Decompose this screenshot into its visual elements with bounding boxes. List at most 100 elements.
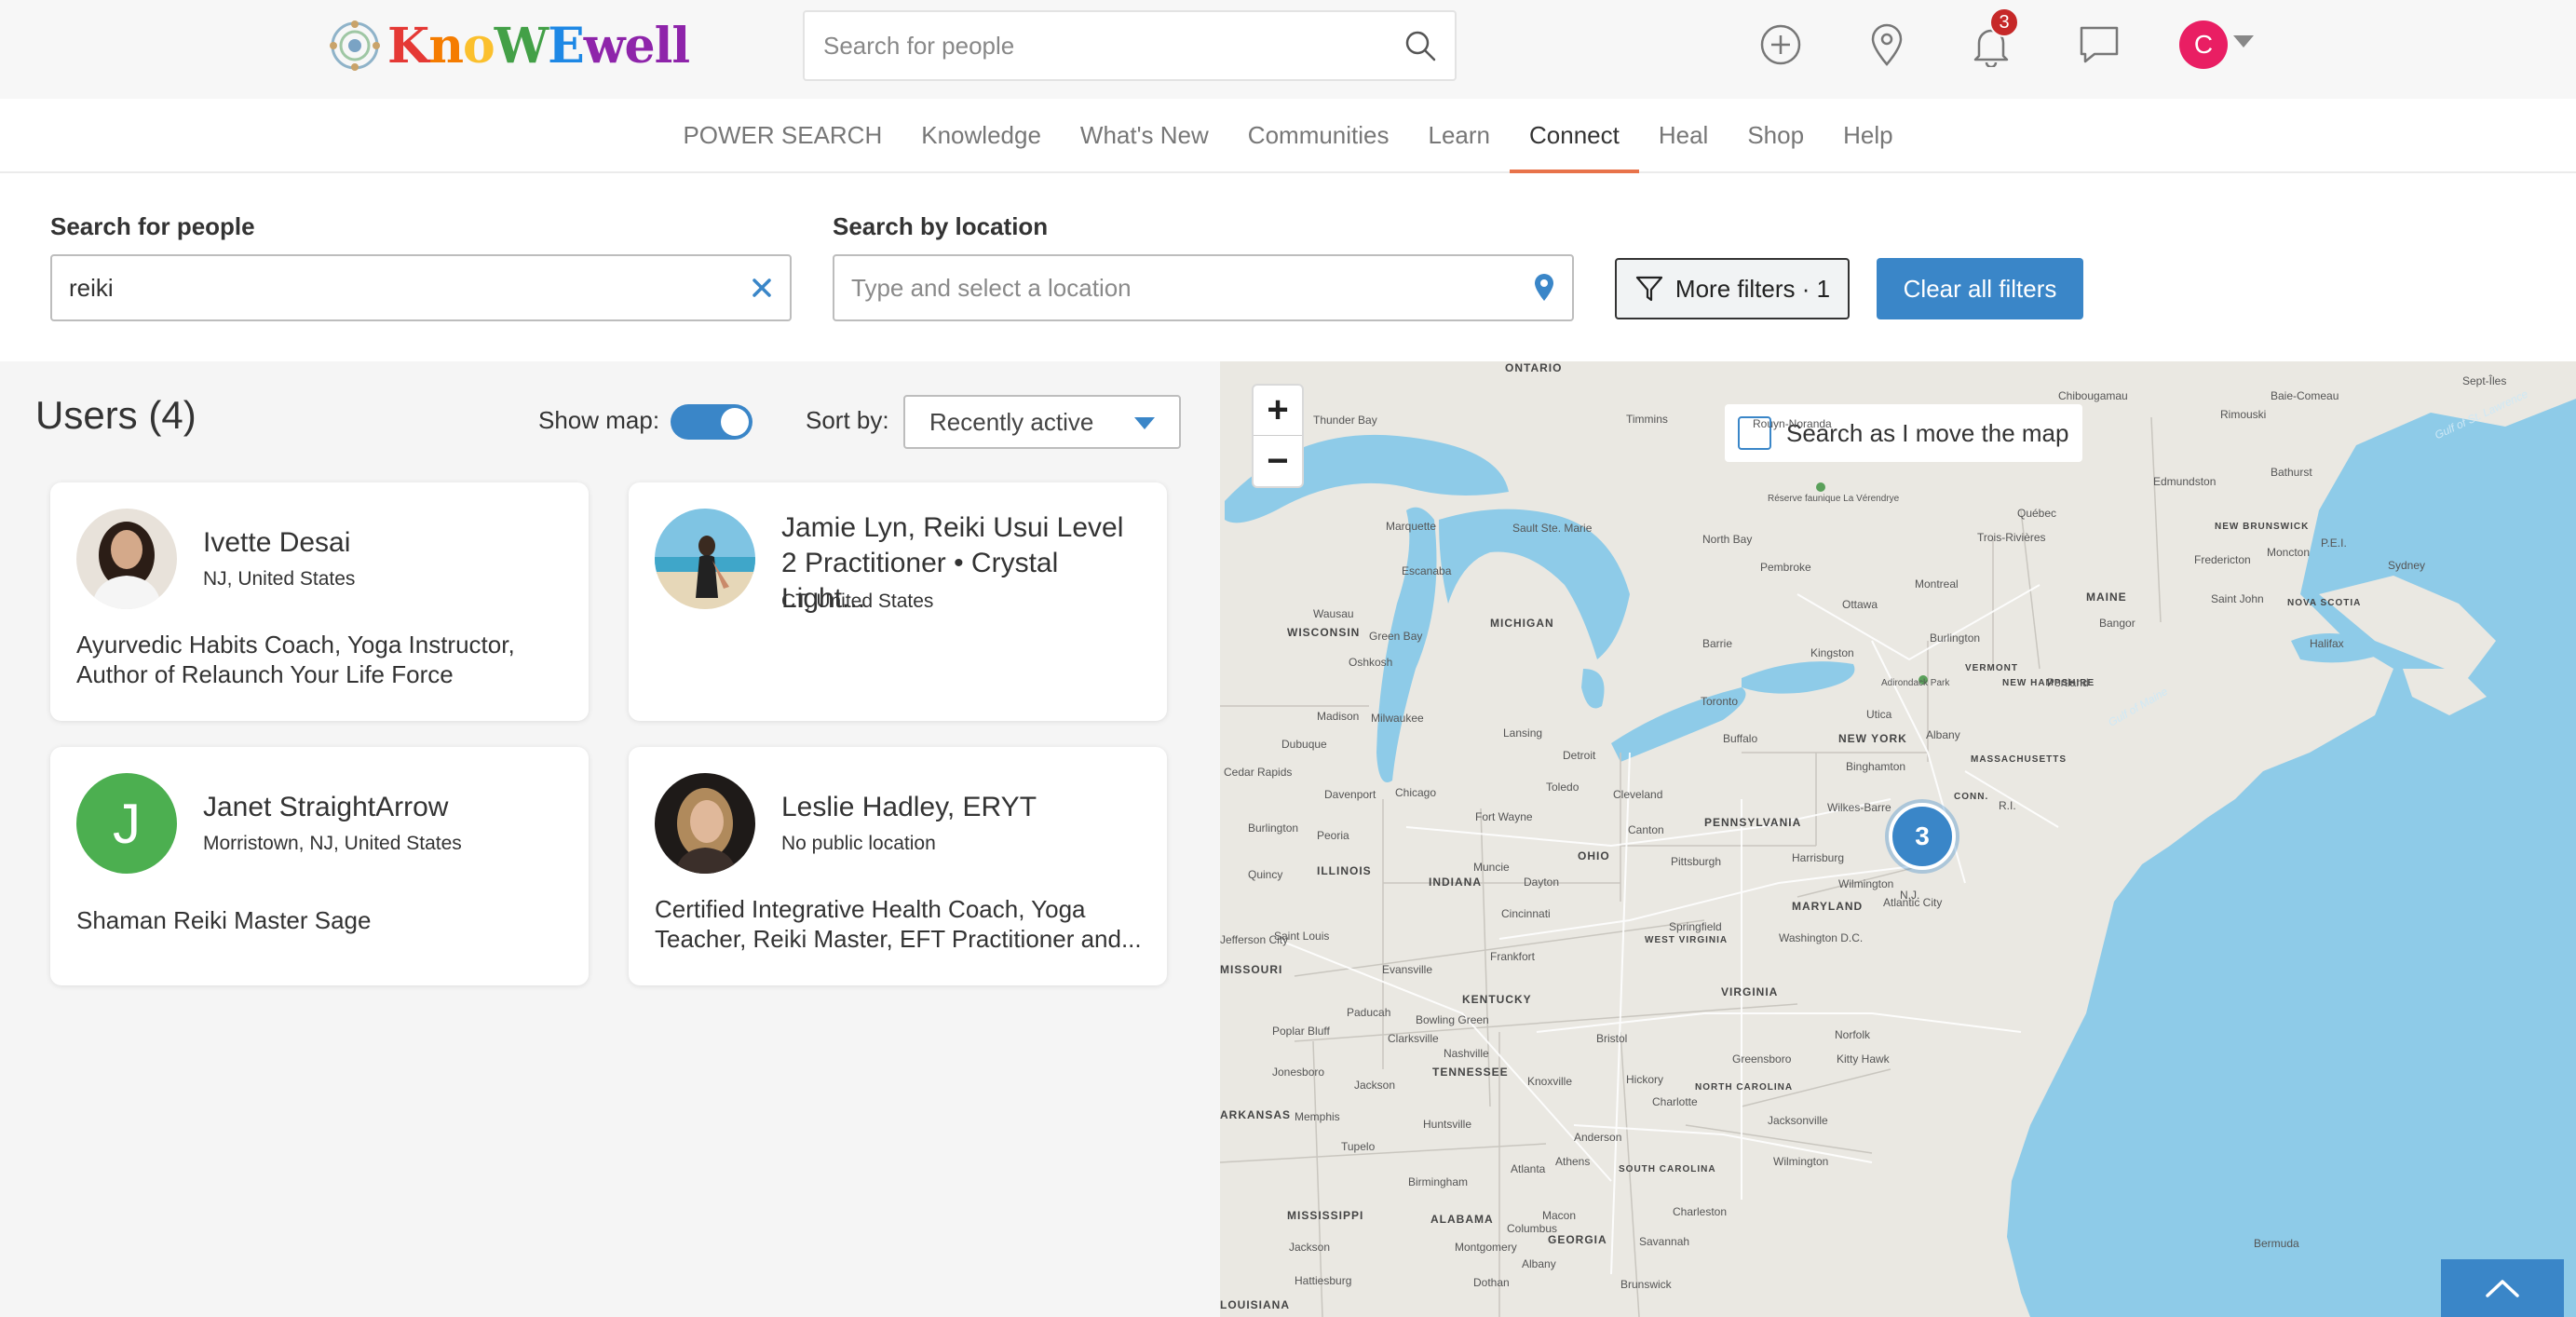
people-search-box [50,254,792,321]
map-label: Fredericton [2194,553,2251,566]
map-label: LOUISIANA [1220,1298,1290,1311]
map-label: Detroit [1563,749,1596,762]
map-label: Memphis [1295,1110,1340,1123]
chat-bubble-icon [2080,26,2119,63]
sort-by-label: Sort by: [806,406,889,434]
chevron-down-icon[interactable] [2233,35,2254,48]
user-avatar[interactable]: C [2179,20,2228,69]
nav-whats-new[interactable]: What's New [1061,99,1228,171]
nav-help[interactable]: Help [1824,99,1912,171]
map-label: Quincy [1248,868,1283,881]
nav-learn[interactable]: Learn [1409,99,1511,171]
map-cluster-marker[interactable]: 3 [1889,803,1956,870]
map-label: Sault Ste. Marie [1512,522,1593,535]
nav-connect[interactable]: Connect [1510,99,1639,173]
map-label: Pembroke [1760,561,1811,574]
map-zoom-controls: + − [1252,384,1304,488]
map-label: Timmins [1626,413,1668,426]
user-initial-avatar: J [76,773,177,874]
map-label: Québec [2017,507,2057,520]
people-search-input[interactable] [69,273,751,303]
map-label: North Bay [1702,533,1753,546]
map-label: Greensboro [1732,1052,1792,1066]
user-description: Certified Integrative Health Coach, Yoga… [655,895,1142,953]
sort-select[interactable]: Recently active [903,395,1181,449]
main-nav: POWER SEARCH Knowledge What's New Commun… [0,99,2576,173]
messages-button[interactable] [2073,19,2125,71]
clear-all-filters-button[interactable]: Clear all filters [1877,258,2083,319]
map-label: MISSISSIPPI [1287,1209,1364,1222]
nav-power-search[interactable]: POWER SEARCH [663,99,902,171]
results-map[interactable]: + − Search as I move the map 3 ONTARIO T… [1220,361,2576,1317]
location-pin-icon[interactable] [1533,273,1555,303]
map-label: Ottawa [1842,598,1878,611]
map-label: Oshkosh [1349,656,1393,669]
location-search-input[interactable] [851,273,1533,303]
add-post-button[interactable] [1755,19,1807,71]
zoom-out-button[interactable]: − [1254,436,1302,486]
scroll-to-top-button[interactable] [2441,1259,2564,1317]
user-location: NJ, United States [203,568,356,590]
people-search-label: Search for people [50,212,255,240]
user-name[interactable]: Leslie Hadley, ERYT [781,790,1145,825]
map-label: NEW YORK [1838,732,1907,745]
clear-x-icon[interactable] [751,277,773,299]
map-label: Bathurst [2271,466,2312,479]
map-label: Atlantic City [1883,896,1943,909]
map-label: Paducah [1347,1006,1391,1019]
map-label: KENTUCKY [1462,993,1532,1006]
show-map-toggle[interactable] [671,404,752,440]
map-label: Wilkes-Barre [1827,801,1891,814]
map-label: NEW BRUNSWICK [2215,522,2310,532]
map-label: INDIANA [1429,876,1482,889]
map-label: NOVA SCOTIA [2287,598,2362,608]
map-label: Evansville [1382,963,1433,976]
knowewell-logo[interactable]: KnoWEwell [326,17,690,75]
map-label: Clarksville [1388,1032,1439,1045]
map-label: Bristol [1596,1032,1628,1045]
map-label: Knoxville [1527,1075,1573,1088]
plus-circle-icon [1760,24,1801,65]
map-label: Springfield [1669,920,1722,933]
user-card[interactable]: Leslie Hadley, ERYT No public location C… [629,747,1167,985]
map-label: Binghamton [1846,760,1906,773]
nav-heal[interactable]: Heal [1639,99,1728,171]
search-as-move-control[interactable]: Search as I move the map [1725,404,2082,462]
logo-mandala-icon [330,20,380,71]
map-label: Green Bay [1369,630,1423,643]
map-label: Hattiesburg [1295,1274,1352,1287]
nav-knowledge[interactable]: Knowledge [902,99,1061,171]
location-button[interactable] [1861,19,1913,71]
map-label: OHIO [1578,849,1610,862]
search-icon[interactable] [1404,30,1436,61]
map-label: ONTARIO [1505,361,1563,374]
user-location: CT, United States [781,591,934,612]
header-search-input[interactable] [823,31,1404,61]
location-search-label: Search by location [833,212,1049,240]
map-label: Brunswick [1620,1278,1672,1291]
map-label: ALABAMA [1430,1213,1494,1226]
map-label: Toronto [1701,695,1739,708]
more-filters-button[interactable]: More filters · 1 [1615,258,1850,319]
map-label: Albany [1926,728,1960,741]
map-label: Halifax [2310,637,2344,650]
zoom-in-button[interactable]: + [1254,386,1302,436]
user-name[interactable]: Ivette Desai [203,525,566,561]
map-label: Portland [2047,676,2089,689]
map-label: Huntsville [1423,1118,1472,1131]
nav-shop[interactable]: Shop [1728,99,1824,171]
user-card[interactable]: Ivette Desai NJ, United States Ayurvedic… [50,482,589,721]
map-label: Thunder Bay [1313,414,1377,427]
header-search-box [803,10,1457,81]
user-avatar-photo [76,509,177,609]
map-label: Bowling Green [1416,1013,1489,1026]
map-label: Montgomery [1455,1241,1517,1254]
map-label: Muncie [1473,861,1510,874]
map-label: WEST VIRGINIA [1645,935,1729,945]
user-name[interactable]: Janet StraightArrow [203,790,566,825]
notifications-button[interactable]: 3 [1965,7,2019,71]
user-card[interactable]: J Janet StraightArrow Morristown, NJ, Un… [50,747,589,985]
nav-communities[interactable]: Communities [1228,99,1409,171]
map-label: Edmundston [2153,475,2217,488]
user-card[interactable]: Jamie Lyn, Reiki Usui Level 2 Practition… [629,482,1167,721]
